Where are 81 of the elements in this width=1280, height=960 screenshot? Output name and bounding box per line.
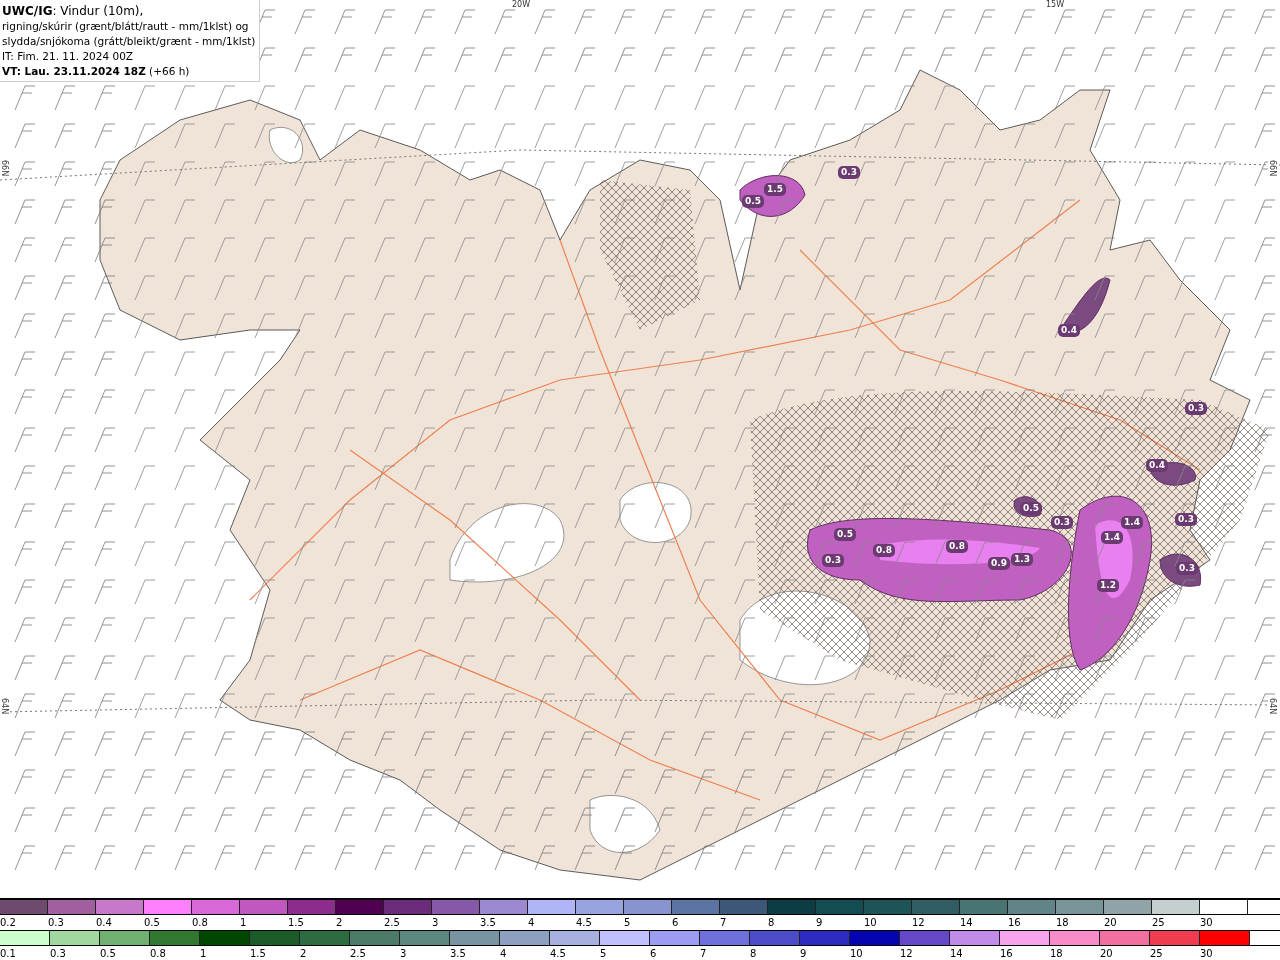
legend-label: 18 [1056, 916, 1069, 930]
precipitation-value: 0.9 [988, 557, 1010, 570]
legend-label: 16 [1000, 947, 1013, 960]
legend-label: 1 [240, 916, 247, 930]
precipitation-value: 1.3 [1011, 553, 1033, 566]
legend-label: 0.8 [192, 916, 208, 930]
grid-label: 66N [1268, 160, 1277, 177]
legend-label: 6 [650, 947, 657, 960]
legend-label: 0.1 [0, 947, 16, 960]
legend-label: 10 [850, 947, 863, 960]
legend-label: 9 [800, 947, 807, 960]
legend-label: 9 [816, 916, 823, 930]
precipitation-value: 1.4 [1121, 516, 1143, 529]
grid-label: 15W [1046, 0, 1065, 9]
precipitation-value: 1.4 [1101, 531, 1123, 544]
legend-label: 16 [1008, 916, 1021, 930]
precipitation-value: 1.5 [764, 183, 786, 196]
legend-label: 3.5 [450, 947, 466, 960]
legend-label: 14 [960, 916, 973, 930]
legend-label: 1.5 [288, 916, 304, 930]
grid-label: 20W [512, 0, 531, 9]
legend-label: 2.5 [350, 947, 366, 960]
legend-label: 25 [1152, 916, 1165, 930]
precipitation-value: 0.3 [1051, 516, 1073, 529]
legend-label: 3.5 [480, 916, 496, 930]
precipitation-value: 0.4 [1058, 324, 1080, 337]
precipitation-value: 0.3 [1175, 513, 1197, 526]
legend-label: 0.5 [144, 916, 160, 930]
precipitation-value: 0.3 [838, 166, 860, 179]
legend-label: 5 [624, 916, 631, 930]
precipitation-value: 0.3 [1176, 562, 1198, 575]
legend-label: 10 [864, 916, 877, 930]
title-line: VT: Lau. 23.11.2024 18Z (+66 h) [2, 64, 191, 79]
legend-label: 4.5 [550, 947, 566, 960]
legend-label: 12 [912, 916, 925, 930]
legend-label: 0.3 [50, 947, 66, 960]
legend-label: 7 [700, 947, 707, 960]
grid-label: 66N [0, 160, 9, 177]
legend-label: 1.5 [250, 947, 266, 960]
title-line: IT: Fim. 21. 11. 2024 00Z [2, 49, 134, 64]
legend-label: 0.3 [48, 916, 64, 930]
legend-label: 0.5 [100, 947, 116, 960]
legend-label: 2 [336, 916, 343, 930]
grid-label: 64N [0, 698, 9, 715]
legend-label: 0.4 [96, 916, 112, 930]
legend-label: 30 [1200, 916, 1213, 930]
legend-label: 0.2 [0, 916, 16, 930]
legend-label: 8 [768, 916, 775, 930]
legend-label: 20 [1100, 947, 1113, 960]
legend-label: 3 [400, 947, 407, 960]
legend-label: 4 [528, 916, 535, 930]
legend-label: 7 [720, 916, 727, 930]
legend-label: 6 [672, 916, 679, 930]
legend-label: 1 [200, 947, 207, 960]
precipitation-value: 0.3 [822, 554, 844, 567]
precipitation-value: 0.3 [1185, 402, 1207, 415]
legend-label: 20 [1104, 916, 1117, 930]
precipitation-value: 0.8 [946, 540, 968, 553]
legend-label: 2 [300, 947, 307, 960]
title-line: slydda/snjókoma (grátt/bleikt/grænt - mm/1klst) [2, 34, 256, 49]
grid-label: 64N [1268, 698, 1277, 715]
legend-label: 2.5 [384, 916, 400, 930]
legend-label: 3 [432, 916, 439, 930]
legend-label: 14 [950, 947, 963, 960]
legend-label: 30 [1200, 947, 1213, 960]
precipitation-value: 0.5 [742, 195, 764, 208]
precipitation-value: 0.5 [834, 528, 856, 541]
legend-label: 4 [500, 947, 507, 960]
legend-label: 18 [1050, 947, 1063, 960]
legend-label: 4.5 [576, 916, 592, 930]
legend-label: 12 [900, 947, 913, 960]
title-line: rigning/skúrir (grænt/blátt/rautt - mm/1klst) og [2, 19, 250, 34]
legend-label: 0.8 [150, 947, 166, 960]
legend-label: 25 [1150, 947, 1163, 960]
legend-label: 5 [600, 947, 607, 960]
precipitation-value: 1.2 [1097, 579, 1119, 592]
legend-label: 8 [750, 947, 757, 960]
precipitation-value: 0.8 [873, 544, 895, 557]
precipitation-value: 0.5 [1020, 502, 1042, 515]
title-line: UWC/IG: Vindur (10m), [2, 4, 145, 19]
precipitation-value: 0.4 [1146, 459, 1168, 472]
